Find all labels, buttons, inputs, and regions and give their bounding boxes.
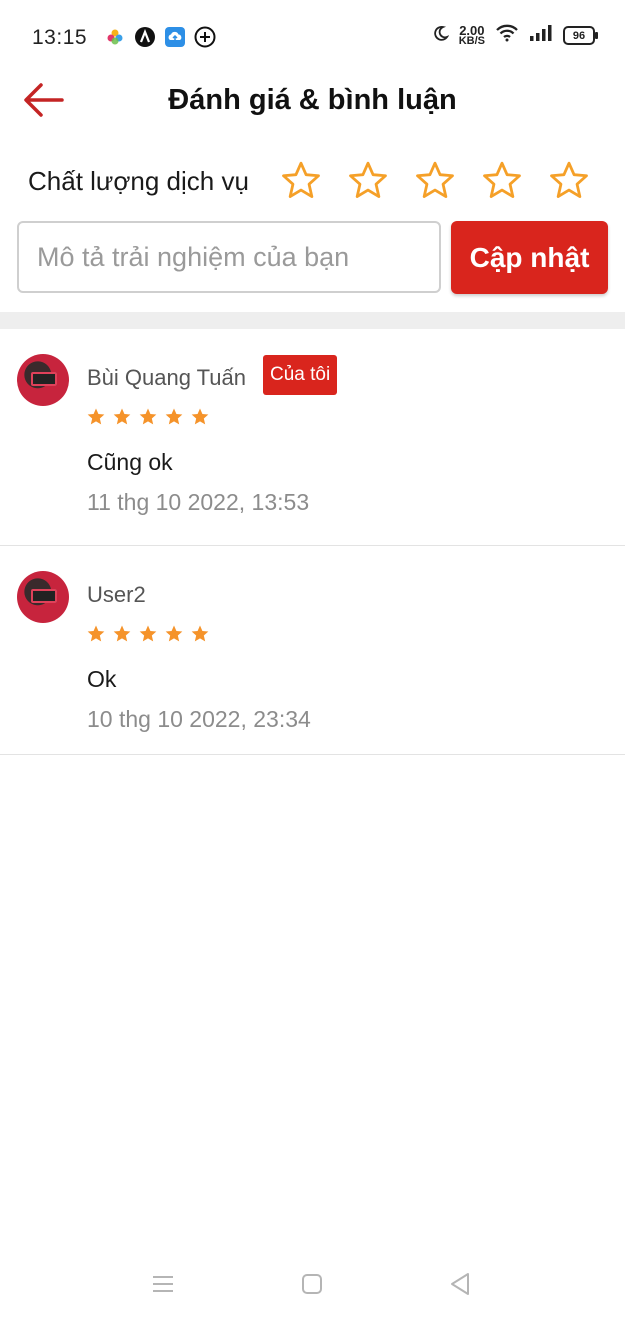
review-text: Cũng ok: [87, 449, 173, 475]
avatar: [17, 571, 69, 623]
net-speed: 2.00 KB/S: [458, 24, 485, 47]
system-nav-bar: [0, 1245, 625, 1320]
rating-star-4[interactable]: [481, 160, 523, 202]
back-nav-button[interactable]: [443, 1267, 477, 1301]
app-header: Đánh giá & bình luận: [0, 70, 625, 132]
status-right: 2.00 KB/S 96: [433, 24, 598, 47]
moon-icon: [433, 25, 450, 46]
rating-star-3[interactable]: [414, 160, 456, 202]
reviewer-name: User2: [87, 582, 146, 607]
reviewer-name: Bùi Quang Tuấn: [87, 365, 247, 390]
review-stars: [86, 624, 210, 644]
review-item: User2 Ok 10 thg 10 2022, 23:34: [0, 546, 625, 755]
star-icon: [191, 625, 209, 642]
photos-icon: [104, 26, 126, 48]
net-speed-unit: KB/S: [458, 34, 485, 47]
star-icon: [165, 408, 183, 425]
review-stars: [86, 407, 210, 427]
rating-stars: [280, 160, 590, 202]
signal-icon: [529, 24, 553, 47]
review-text: Ok: [87, 666, 117, 692]
notification-icons: [104, 26, 216, 48]
review-item: Bùi Quang Tuấn Của tôi Cũng ok 11 thg 10…: [0, 329, 625, 546]
star-icon: [113, 408, 131, 425]
home-button[interactable]: [295, 1267, 329, 1301]
back-triangle-icon: [451, 1273, 469, 1295]
rating-star-1[interactable]: [280, 160, 322, 202]
status-bar: 13:15 2.00 KB/S 96: [0, 0, 625, 78]
review-list: Bùi Quang Tuấn Của tôi Cũng ok 11 thg 10…: [0, 329, 625, 755]
star-icon: [165, 625, 183, 642]
star-icon: [113, 625, 131, 642]
star-icon: [139, 408, 157, 425]
review-date: 11 thg 10 2022, 13:53: [87, 489, 310, 515]
home-square-icon: [302, 1274, 322, 1294]
rating-star-2[interactable]: [347, 160, 389, 202]
star-icon: [87, 408, 105, 425]
page-title: Đánh giá & bình luận: [168, 84, 457, 116]
status-time: 13:15: [32, 26, 88, 49]
wifi-icon: [495, 24, 519, 47]
battery-icon: 96: [563, 26, 598, 45]
section-divider: [0, 312, 625, 329]
star-icon: [87, 625, 105, 642]
menu-icon: [153, 1276, 173, 1292]
add-circle-icon: [194, 26, 216, 48]
review-input[interactable]: [17, 221, 441, 293]
avatar: [17, 354, 69, 406]
review-date: 10 thg 10 2022, 23:34: [87, 706, 311, 732]
cloud-upload-icon: [164, 26, 186, 48]
app-a-icon: [134, 26, 156, 48]
menu-button[interactable]: [146, 1267, 180, 1301]
rating-label: Chất lượng dịch vụ: [28, 166, 249, 196]
service-rating: Chất lượng dịch vụ: [28, 160, 608, 204]
mine-badge: Của tôi: [263, 355, 338, 395]
rating-star-5[interactable]: [548, 160, 590, 202]
star-icon: [139, 625, 157, 642]
star-icon: [191, 408, 209, 425]
update-button[interactable]: Cập nhật: [451, 221, 608, 294]
